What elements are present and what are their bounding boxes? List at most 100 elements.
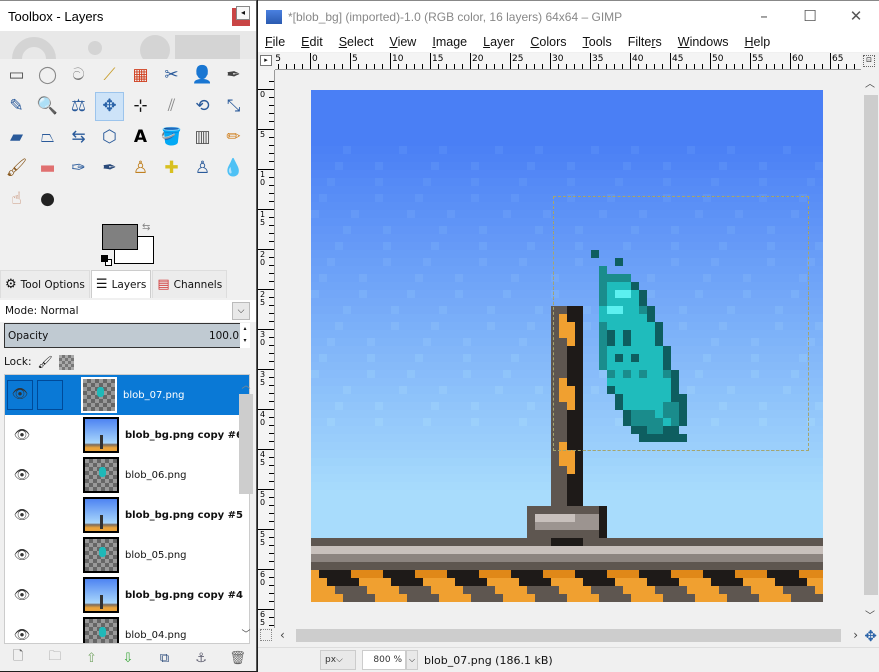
chain-toggle[interactable]: [39, 460, 65, 490]
eye-icon[interactable]: 👁: [9, 548, 35, 563]
zoom-input[interactable]: 800 %: [362, 650, 406, 670]
scroll-up-icon[interactable]: ︿: [239, 378, 253, 391]
horizontal-scrollbar[interactable]: ‹ ›: [276, 626, 861, 646]
wilber-drop-area[interactable]: [0, 31, 256, 59]
layer-thumbnail[interactable]: [83, 417, 119, 453]
tool-pencil[interactable]: ✏: [219, 123, 248, 152]
tool-measure[interactable]: ⚖: [64, 92, 93, 121]
tool-smudge[interactable]: ☝: [2, 185, 31, 214]
tool-flip[interactable]: ⇆: [64, 123, 93, 152]
layer-row[interactable]: 👁 blob_bg.png copy #6: [5, 415, 249, 455]
layer-row[interactable]: 👁 blob_07.png: [5, 375, 249, 415]
tool-rotate[interactable]: ⟲: [188, 92, 217, 121]
close-button[interactable]: ✕: [833, 1, 879, 32]
menu-help[interactable]: Help: [744, 35, 770, 49]
tool-crop[interactable]: ⫽: [157, 92, 186, 121]
menu-view[interactable]: View: [389, 35, 416, 49]
layer-list-scrollbar[interactable]: ︿ ﹀: [239, 378, 253, 640]
opacity-spinner[interactable]: ▴ ▾: [240, 323, 250, 348]
new-layer-button[interactable]: 🗋: [8, 647, 28, 669]
tool-heal[interactable]: ✚: [157, 154, 186, 183]
layer-thumbnail[interactable]: [83, 497, 119, 533]
foreground-color-swatch[interactable]: [102, 224, 138, 250]
layer-row[interactable]: 👁 blob_04.png: [5, 615, 249, 643]
tool-select-by-color[interactable]: ▦: [126, 61, 155, 90]
tool-airbrush[interactable]: ✑: [64, 154, 93, 183]
tool-bucket-fill[interactable]: 🪣: [157, 123, 186, 152]
layer-name[interactable]: blob_07.png: [123, 390, 185, 401]
scroll-down-icon[interactable]: ﹀: [861, 607, 879, 622]
chain-toggle[interactable]: [39, 620, 65, 643]
menu-image[interactable]: Image: [432, 35, 467, 49]
chain-toggle[interactable]: [39, 540, 65, 570]
tool-clone[interactable]: ♙: [126, 154, 155, 183]
vertical-ruler[interactable]: 0 5 10 15 20 25 30 35 40 45 50 55 60 65: [258, 70, 275, 628]
chain-toggle[interactable]: [39, 580, 65, 610]
layer-row[interactable]: 👁 blob_05.png: [5, 535, 249, 575]
tool-blur-sharpen[interactable]: 💧: [219, 154, 248, 183]
layer-row[interactable]: 👁 blob_bg.png copy #5: [5, 495, 249, 535]
layer-name[interactable]: blob_06.png: [125, 470, 187, 481]
lock-alpha-icon[interactable]: [58, 354, 74, 370]
scrollbar-thumb[interactable]: [239, 394, 253, 494]
tool-perspective-clone[interactable]: ♙: [188, 154, 217, 183]
chain-toggle[interactable]: [37, 380, 63, 410]
tool-paths[interactable]: ✒: [219, 61, 248, 90]
lower-layer-button[interactable]: ⇩: [118, 651, 138, 666]
menu-filters[interactable]: Filters: [628, 35, 662, 49]
vertical-scrollbar[interactable]: ︿ ﹀: [861, 71, 879, 626]
tool-scale[interactable]: ⤡: [219, 92, 248, 121]
duplicate-layer-button[interactable]: ⧉: [155, 651, 175, 666]
tool-move[interactable]: ✥: [95, 92, 124, 121]
eye-icon[interactable]: 👁: [9, 508, 35, 523]
eye-icon[interactable]: 👁: [9, 468, 35, 483]
tool-text[interactable]: A: [126, 123, 155, 152]
layer-thumbnail[interactable]: [83, 617, 119, 643]
scrollbar-thumb[interactable]: [864, 95, 878, 595]
layer-thumbnail[interactable]: [81, 377, 117, 413]
tool-align[interactable]: ⊹: [126, 92, 155, 121]
eye-icon[interactable]: 👁: [7, 380, 33, 410]
layer-thumbnail[interactable]: [83, 457, 119, 493]
raise-layer-button[interactable]: ⇧: [81, 651, 101, 666]
unit-select[interactable]: px ⌵: [320, 650, 356, 670]
layer-row[interactable]: 👁 blob_bg.png copy #4: [5, 575, 249, 615]
anchor-layer-button[interactable]: ⚓: [191, 651, 211, 666]
opacity-slider[interactable]: Opacity 100.0: [4, 323, 242, 348]
menu-select[interactable]: Select: [339, 35, 374, 49]
menu-tools[interactable]: Tools: [583, 35, 612, 49]
scroll-up-icon[interactable]: ︿: [861, 75, 879, 90]
scroll-right-icon[interactable]: ›: [853, 628, 858, 642]
zoom-fit-icon[interactable]: ⊡: [863, 55, 875, 67]
tool-rect-select[interactable]: ▭: [2, 61, 31, 90]
menu-layer[interactable]: Layer: [483, 35, 514, 49]
menu-file[interactable]: File: [265, 35, 285, 49]
horizontal-ruler[interactable]: -5 0 5 10 15 20 25 30 35 40 45 50 55 60 65: [275, 53, 861, 70]
tool-ink[interactable]: ✒: [95, 154, 124, 183]
tool-scissors[interactable]: ✂: [157, 61, 186, 90]
layer-name[interactable]: blob_bg.png copy #4: [125, 590, 243, 601]
scroll-left-icon[interactable]: ‹: [280, 628, 285, 642]
navigate-icon[interactable]: ✥: [864, 627, 877, 645]
tab-tool-options[interactable]: ⚙ Tool Options: [0, 270, 90, 298]
quick-mask-toggle[interactable]: [260, 629, 272, 641]
delete-layer-button[interactable]: 🗑: [228, 651, 248, 666]
quick-menu-button[interactable]: ▸: [260, 55, 272, 66]
tool-eraser[interactable]: ▬: [33, 154, 62, 183]
default-colors-icon[interactable]: [101, 255, 108, 262]
scrollbar-thumb[interactable]: [296, 629, 841, 642]
tab-menu-button[interactable]: ◂: [236, 6, 250, 20]
tool-ellipse-select[interactable]: ◯: [33, 61, 62, 90]
swap-colors-icon[interactable]: ⇆: [142, 222, 150, 233]
chain-toggle[interactable]: [39, 500, 65, 530]
tool-perspective[interactable]: ⏢: [33, 123, 62, 152]
layer-name[interactable]: blob_bg.png copy #6: [125, 430, 243, 441]
tool-zoom[interactable]: 🔍: [33, 92, 62, 121]
maximize-button[interactable]: ☐: [787, 1, 833, 32]
tool-color-picker[interactable]: ✎: [2, 92, 31, 121]
menu-colors[interactable]: Colors: [530, 35, 566, 49]
tool-paintbrush[interactable]: 🖌: [2, 154, 31, 183]
layer-row[interactable]: 👁 blob_06.png: [5, 455, 249, 495]
new-layer-group-button[interactable]: 🗀: [45, 647, 65, 669]
layer-name[interactable]: blob_04.png: [125, 630, 187, 641]
